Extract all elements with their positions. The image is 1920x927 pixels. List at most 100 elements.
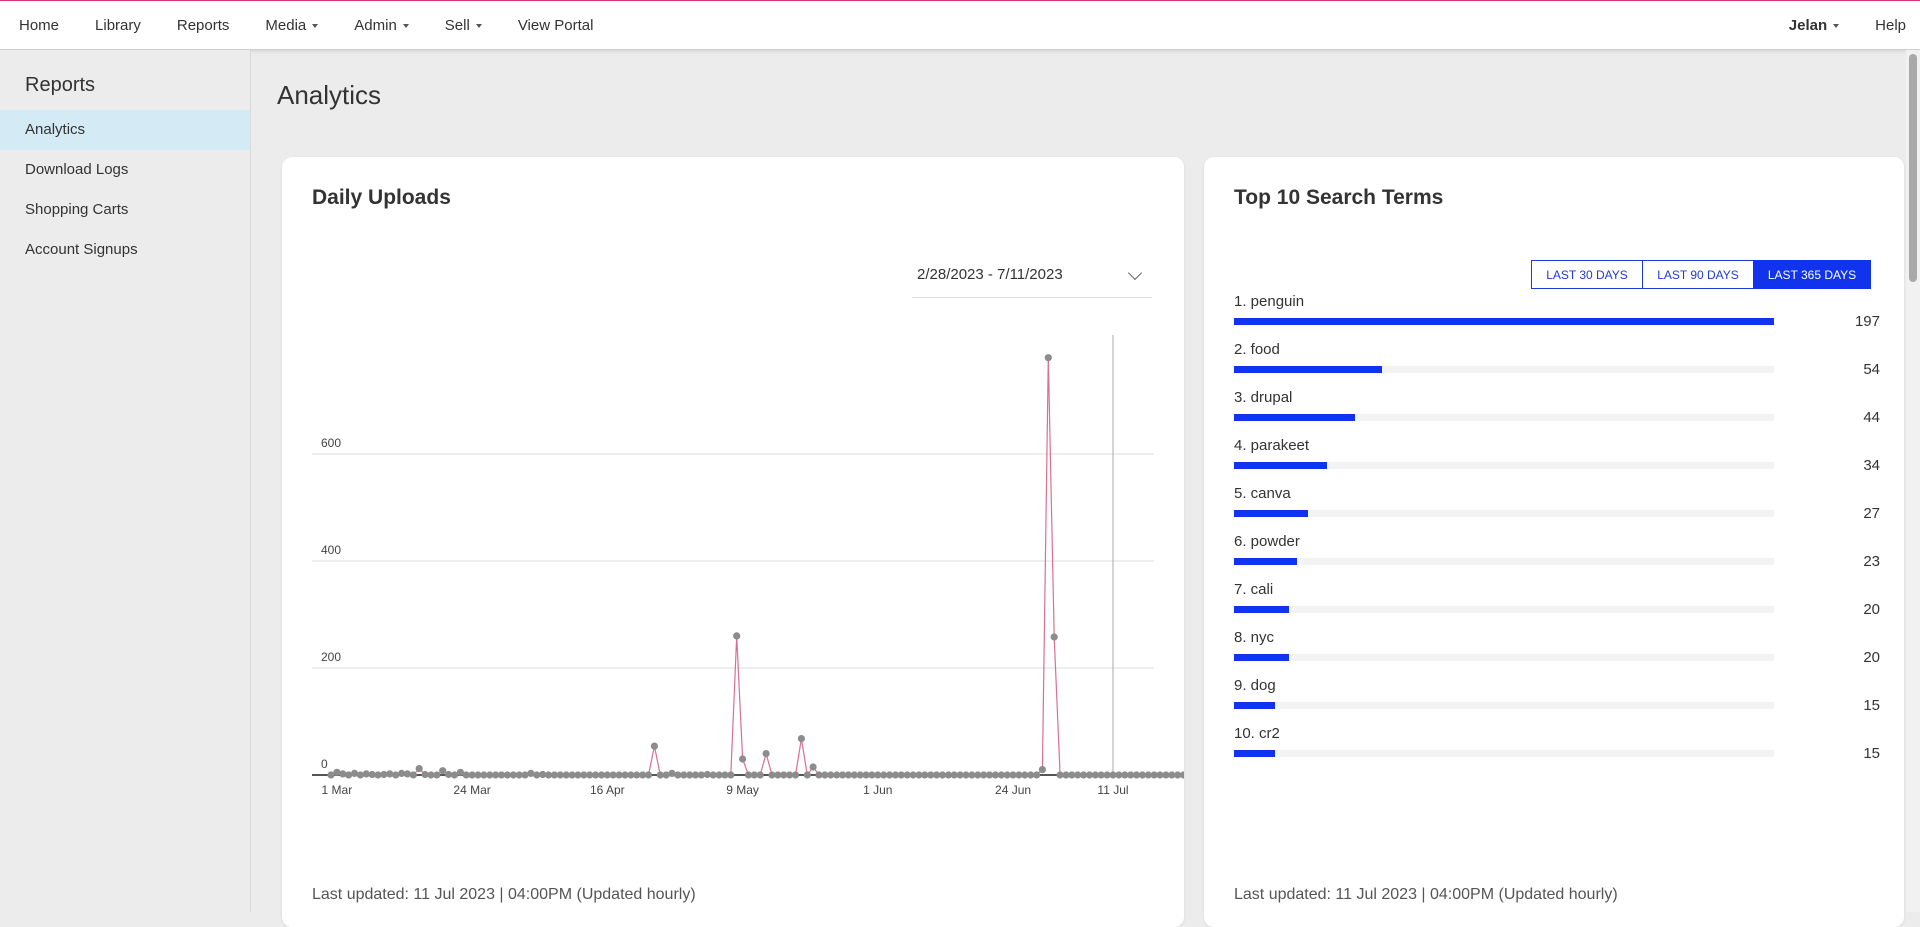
data-point (739, 755, 747, 763)
search-term-bar-track (1234, 510, 1774, 517)
data-point (644, 771, 653, 779)
search-term-count: 44 (1863, 409, 1880, 426)
list-item: 9. dog 15 (1234, 677, 1880, 725)
list-item: 5. canva 27 (1234, 485, 1880, 533)
sidebar-title: Reports (25, 74, 96, 96)
list-item: 3. drupal 44 (1234, 389, 1880, 437)
search-term-label: 3. drupal (1234, 389, 1293, 406)
sidebar-item-shopping-carts[interactable]: Shopping Carts (0, 190, 250, 230)
search-term-count: 23 (1863, 553, 1880, 570)
search-term-bar (1234, 462, 1328, 469)
search-term-bar (1234, 318, 1774, 325)
data-point (650, 742, 658, 750)
data-point (1050, 633, 1058, 641)
range-365-days-button[interactable]: LAST 365 DAYS (1753, 260, 1871, 289)
search-term-bar-track (1234, 318, 1774, 325)
search-term-bar-track (1234, 462, 1774, 469)
search-term-bar (1234, 558, 1298, 565)
search-term-bar-track (1234, 558, 1774, 565)
page-title: Analytics (277, 80, 382, 110)
range-90-days-button[interactable]: LAST 90 DAYS (1642, 260, 1754, 289)
x-tick-label: 24 Mar (453, 783, 490, 797)
list-item: 1. penguin 197 (1234, 293, 1880, 341)
sidebar-menu: Analytics Download Logs Shopping Carts A… (0, 110, 250, 270)
data-point (791, 771, 800, 779)
data-point (433, 771, 441, 779)
search-term-count: 197 (1854, 313, 1880, 330)
search-terms-title: Top 10 Search Terms (1234, 186, 1444, 209)
y-tick-label: 600 (321, 436, 341, 450)
nav-view-portal[interactable]: View Portal (500, 1, 612, 49)
scrollbar-thumb[interactable] (1909, 54, 1917, 282)
x-tick-label: 24 Jun (995, 783, 1031, 797)
x-tick-label: 16 Apr (590, 783, 625, 797)
page-scrollbar[interactable] (1906, 50, 1920, 912)
y-tick-label: 400 (321, 543, 341, 557)
top-search-terms-card: Top 10 Search Terms LAST 30 DAYS LAST 90… (1204, 157, 1904, 927)
y-tick-label: 0 (321, 757, 328, 771)
nav-sell[interactable]: Sell (427, 1, 500, 49)
uploads-series-line (330, 357, 1184, 777)
search-term-label: 5. canva (1234, 485, 1291, 502)
caret-down-icon (312, 23, 319, 28)
search-term-label: 6. powder (1234, 533, 1300, 550)
search-term-label: 7. cali (1234, 581, 1274, 598)
search-term-count: 15 (1863, 697, 1880, 714)
nav-home[interactable]: Home (0, 1, 77, 49)
list-item: 10. cr2 15 (1234, 725, 1880, 773)
y-tick-label: 200 (321, 650, 341, 664)
search-term-bar-track (1234, 414, 1774, 421)
data-point (1038, 766, 1046, 774)
data-point (797, 735, 806, 743)
user-menu[interactable]: Jelan (1771, 17, 1857, 34)
search-term-label: 9. dog (1234, 677, 1276, 694)
range-30-days-button[interactable]: LAST 30 DAYS (1531, 260, 1643, 289)
search-term-count: 20 (1863, 649, 1880, 666)
search-terms-last-updated: Last updated: 11 Jul 2023 | 04:00PM (Upd… (1234, 886, 1618, 903)
data-point (727, 771, 735, 779)
search-term-count: 27 (1863, 505, 1880, 522)
search-term-bar-track (1234, 702, 1774, 709)
search-term-bar (1234, 510, 1308, 517)
list-item: 4. parakeet 34 (1234, 437, 1880, 485)
top-navigation-bar: Home Library Reports Media Admin Sell Vi… (0, 0, 1920, 50)
uploads-last-updated: Last updated: 11 Jul 2023 | 04:00PM (Upd… (312, 886, 696, 903)
x-tick-label: 9 May (726, 783, 759, 797)
data-point (409, 771, 417, 779)
search-term-count: 15 (1863, 745, 1880, 762)
search-term-label: 4. parakeet (1234, 437, 1310, 454)
caret-down-icon (1833, 23, 1840, 28)
search-terms-list: 1. penguin 197 2. food 54 3. drupal 44 4. para… (1234, 293, 1880, 773)
search-term-bar (1234, 702, 1276, 709)
data-point (756, 771, 764, 779)
data-point (1180, 771, 1184, 779)
nav-media[interactable]: Media (247, 1, 336, 49)
data-point (803, 771, 811, 779)
data-point (439, 767, 447, 775)
sidebar: Reports Analytics Download Logs Shopping… (0, 50, 251, 912)
search-term-count: 54 (1863, 361, 1880, 378)
search-term-bar-track (1234, 750, 1774, 757)
sidebar-item-download-logs[interactable]: Download Logs (0, 150, 250, 190)
help-link[interactable]: Help (1857, 17, 1906, 34)
data-point (733, 632, 741, 640)
nav-reports[interactable]: Reports (159, 1, 248, 49)
list-item: 7. cali 20 (1234, 581, 1880, 629)
search-term-bar-track (1234, 654, 1774, 661)
data-point (415, 765, 423, 773)
sidebar-item-analytics[interactable]: Analytics (0, 110, 250, 150)
nav-admin[interactable]: Admin (336, 1, 427, 49)
range-toggle-group: LAST 30 DAYS LAST 90 DAYS LAST 365 DAYS (1531, 260, 1871, 289)
search-term-label: 10. cr2 (1234, 725, 1280, 742)
search-term-label: 8. nyc (1234, 629, 1275, 646)
search-term-bar (1234, 654, 1289, 661)
search-term-bar (1234, 366, 1383, 373)
daily-uploads-chart: 0 200 400 600 1 Mar 24 Mar 16 Apr 9 May 1 Jun 24 … (312, 335, 1184, 797)
caret-down-icon (402, 23, 409, 28)
nav-library[interactable]: Library (77, 1, 159, 49)
sidebar-item-account-signups[interactable]: Account Signups (0, 230, 250, 270)
data-point (809, 763, 817, 771)
search-term-bar (1234, 606, 1289, 613)
search-term-bar (1234, 414, 1355, 421)
search-term-count: 34 (1863, 457, 1880, 474)
